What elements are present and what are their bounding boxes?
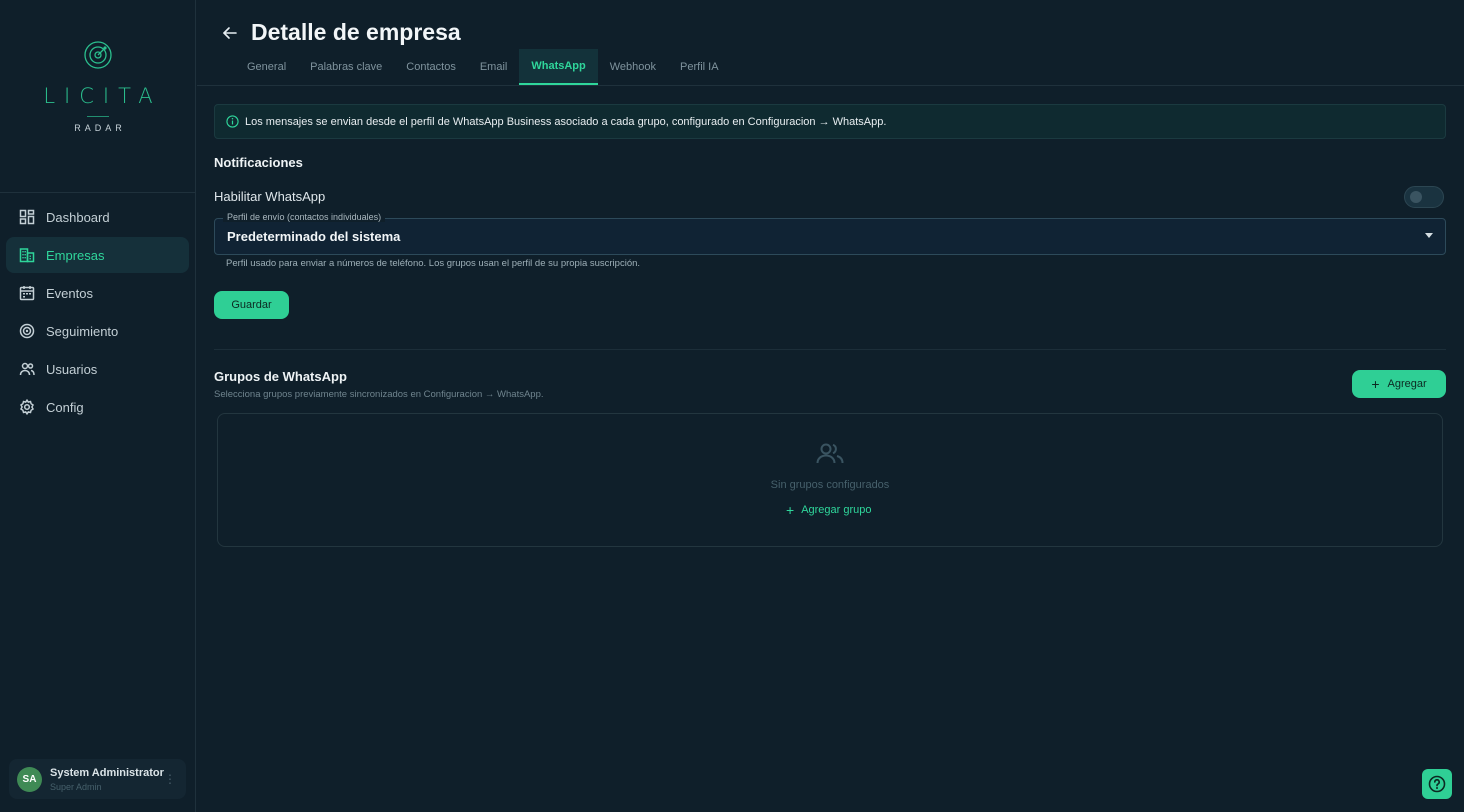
help-button[interactable]	[1422, 769, 1452, 799]
tab-whatsapp[interactable]: WhatsApp	[519, 49, 598, 85]
toggle-knob	[1410, 191, 1422, 203]
plus-icon: +	[1371, 376, 1380, 392]
sidebar-item-empresas[interactable]: Empresas	[6, 237, 189, 273]
sidebar-item-label: Dashboard	[46, 209, 110, 225]
sidebar-item-config[interactable]: Config	[6, 389, 189, 425]
sidebar-item-seguimiento[interactable]: Seguimiento	[6, 313, 189, 349]
brand-logo[interactable]: LICITA RADAR	[0, 40, 196, 133]
building-icon	[19, 247, 35, 263]
add-button[interactable]: + Agregar	[1352, 370, 1446, 398]
sidebar-item-usuarios[interactable]: Usuarios	[6, 351, 189, 387]
user-role: Super Admin	[50, 781, 102, 792]
calendar-icon	[19, 285, 35, 301]
tab-palabras-clave[interactable]: Palabras clave	[298, 49, 394, 85]
help-icon	[1428, 775, 1446, 793]
group-icon	[816, 443, 844, 464]
page-header: Detalle de empresa General Palabras clav…	[197, 0, 1464, 86]
tab-general[interactable]: General	[235, 49, 298, 85]
tab-webhook[interactable]: Webhook	[598, 49, 668, 85]
page-title: Detalle de empresa	[251, 19, 461, 45]
empty-state-text: Sin grupos configurados	[770, 479, 890, 491]
sending-profile-select[interactable]: Perfil de envío (contactos individuales)…	[214, 212, 1446, 255]
tab-bar: General Palabras clave Contactos Email W…	[235, 49, 731, 86]
sidebar-item-label: Seguimiento	[46, 323, 119, 339]
brand-divider	[87, 116, 109, 117]
sending-profile-helper: Perfil usado para enviar a números de te…	[226, 258, 641, 269]
back-arrow-icon[interactable]	[221, 24, 239, 42]
chevron-down-icon	[1425, 233, 1433, 238]
main-content: Detalle de empresa General Palabras clav…	[197, 0, 1464, 812]
sidebar-item-label: Usuarios	[46, 361, 98, 377]
info-icon	[226, 115, 239, 128]
sidebar-item-dashboard[interactable]: Dashboard	[6, 199, 189, 235]
add-group-link[interactable]: + Agregar grupo	[786, 503, 872, 517]
sidebar-nav: Dashboard Empresas Eventos Seguimiento U…	[6, 199, 189, 427]
plus-icon: +	[786, 502, 795, 518]
groups-subtitle: Selecciona grupos previamente sincroniza…	[214, 389, 544, 400]
user-info: System Administrator Super Admin	[50, 767, 164, 792]
tab-email[interactable]: Email	[468, 49, 520, 85]
kebab-menu-icon[interactable]: ⋮	[164, 773, 176, 785]
brand-subtitle: RADAR	[74, 123, 126, 133]
add-group-label: Agregar grupo	[801, 504, 872, 516]
sidebar-item-label: Eventos	[46, 285, 93, 301]
enable-whatsapp-label: Habilitar WhatsApp	[214, 189, 326, 204]
add-button-label: Agregar	[1387, 378, 1427, 390]
groups-title: Grupos de WhatsApp	[214, 369, 347, 384]
brand-name: LICITA	[43, 84, 162, 108]
notifications-title: Notificaciones	[214, 155, 303, 170]
user-card[interactable]: SA System Administrator Super Admin ⋮	[9, 759, 186, 799]
radar-icon	[19, 323, 35, 339]
info-text: Los mensajes se envian desde el perfil d…	[245, 115, 887, 128]
user-name: System Administrator	[50, 766, 164, 779]
enable-whatsapp-toggle[interactable]	[1404, 186, 1444, 208]
sidebar-divider	[0, 192, 195, 193]
sending-profile-value: Predeterminado del sistema	[227, 229, 401, 244]
info-banner: Los mensajes se envian desde el perfil d…	[214, 104, 1446, 139]
tab-perfil-ia[interactable]: Perfil IA	[668, 49, 731, 85]
sidebar-item-eventos[interactable]: Eventos	[6, 275, 189, 311]
sidebar-item-label: Empresas	[46, 247, 105, 263]
sending-profile-label: Perfil de envío (contactos individuales)	[223, 212, 386, 222]
gear-icon	[19, 399, 35, 415]
tab-contactos[interactable]: Contactos	[394, 49, 468, 85]
sidebar: LICITA RADAR Dashboard Empresas Eventos	[0, 0, 196, 812]
save-button[interactable]: Guardar	[214, 291, 289, 319]
dashboard-icon	[19, 209, 35, 225]
avatar: SA	[17, 766, 42, 792]
radar-logo-icon	[84, 41, 112, 69]
section-divider	[214, 349, 1446, 350]
sidebar-item-label: Config	[46, 399, 84, 415]
groups-empty-state: Sin grupos configurados + Agregar grupo	[217, 413, 1443, 547]
users-icon	[19, 361, 35, 377]
